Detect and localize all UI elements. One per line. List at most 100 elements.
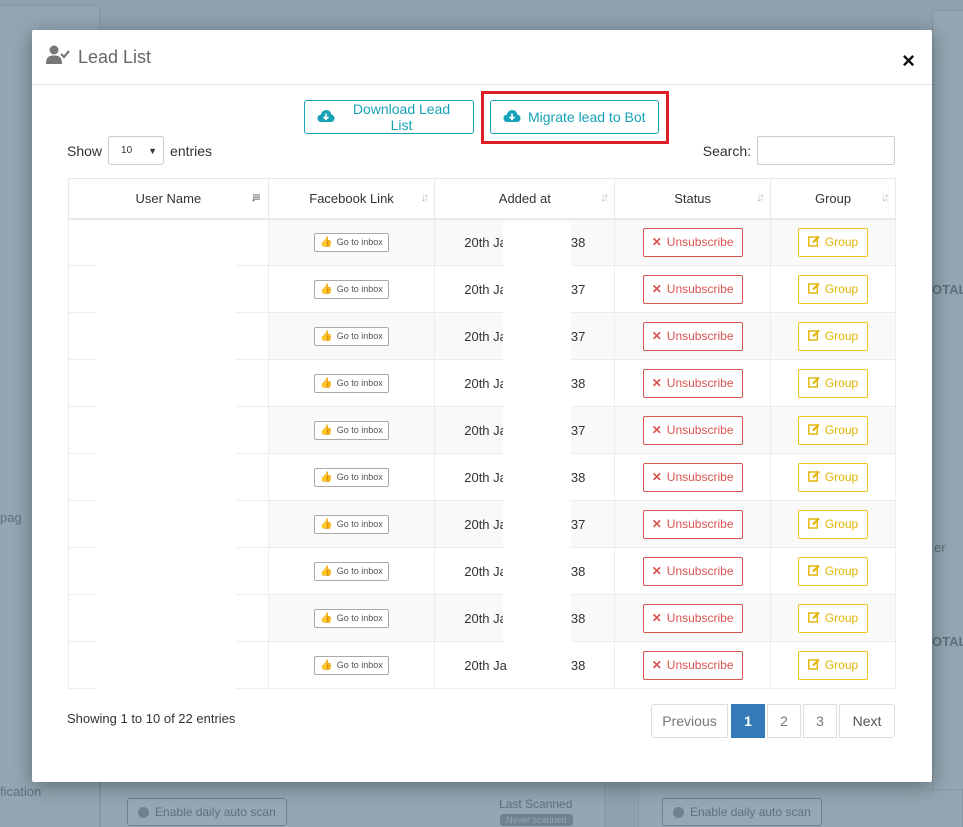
thumbs-up-icon: 👍 <box>320 565 333 577</box>
status-cell: ✕ Unsubscribe <box>614 218 772 266</box>
thumbs-up-icon: 👍 <box>320 283 333 295</box>
facebook-link-cell: 👍 Go to inbox <box>267 359 436 407</box>
thumbs-up-icon: 👍 <box>320 236 333 248</box>
bg-text-left-2: fication <box>0 784 42 799</box>
go-to-inbox-button[interactable]: 👍 Go to inbox <box>314 326 389 346</box>
added-at-suffix: 37 <box>570 516 586 532</box>
go-to-inbox-button[interactable]: 👍 Go to inbox <box>314 561 389 581</box>
group-button[interactable]: Group <box>797 509 869 539</box>
bg-text-left-1: pag <box>0 510 22 525</box>
group-button[interactable]: Group <box>797 368 869 398</box>
search-input[interactable] <box>757 136 895 165</box>
added-at-cell: 20th Ja 38 <box>434 641 616 689</box>
page-button-1[interactable]: 1 <box>731 704 765 738</box>
column-header-user-name[interactable]: User Name ↓≡ <box>68 178 269 220</box>
go-to-inbox-button[interactable]: 👍 Go to inbox <box>314 608 389 628</box>
lead-list-modal: Lead List × Download Lead List Migrate l… <box>32 30 932 782</box>
modal-header: Lead List × <box>32 30 932 85</box>
status-cell: ✕ Unsubscribe <box>614 594 772 642</box>
column-header-group[interactable]: Group ↓↑ <box>770 178 896 220</box>
column-header-status[interactable]: Status ↓↑ <box>614 178 772 220</box>
go-to-inbox-button[interactable]: 👍 Go to inbox <box>314 373 389 393</box>
unsubscribe-button[interactable]: ✕ Unsubscribe <box>642 509 743 539</box>
redacted-names-block <box>96 222 236 692</box>
close-icon: ✕ <box>651 470 662 484</box>
group-button[interactable]: Group <box>797 415 869 445</box>
column-header-added-at[interactable]: Added at ↓↑ <box>434 178 616 220</box>
unsubscribe-label: Unsubscribe <box>666 376 734 390</box>
go-to-inbox-button[interactable]: 👍 Go to inbox <box>314 420 389 440</box>
close-icon: ✕ <box>651 235 662 250</box>
page-button-3[interactable]: 3 <box>803 704 837 738</box>
go-to-inbox-button[interactable]: 👍 Go to inbox <box>314 655 389 675</box>
go-to-inbox-button[interactable]: 👍 Go to inbox <box>314 467 389 487</box>
unsubscribe-button[interactable]: ✕ Unsubscribe <box>642 368 743 398</box>
search-control: Search: <box>703 136 895 165</box>
group-button[interactable]: Group <box>797 650 869 680</box>
unsubscribe-label: Unsubscribe <box>666 470 734 484</box>
added-at-suffix: 38 <box>570 610 586 626</box>
group-button[interactable]: Group <box>797 603 869 633</box>
group-label: Group <box>824 564 859 578</box>
added-at-prefix: 20th Ja <box>464 422 507 438</box>
column-header-facebook-link[interactable]: Facebook Link ↓↑ <box>267 178 436 220</box>
facebook-link-cell: 👍 Go to inbox <box>267 453 436 501</box>
group-cell: Group <box>770 312 896 360</box>
unsubscribe-button[interactable]: ✕ Unsubscribe <box>642 274 743 304</box>
added-at-suffix: 37 <box>570 328 586 344</box>
group-button[interactable]: Group <box>797 462 869 492</box>
thumbs-up-icon: 👍 <box>320 424 333 436</box>
page-button-2[interactable]: 2 <box>767 704 801 738</box>
bg-auto-scan-button-right: Enable daily auto scan <box>662 798 822 826</box>
group-label: Group <box>824 517 859 531</box>
status-cell: ✕ Unsubscribe <box>614 312 772 360</box>
facebook-link-cell: 👍 Go to inbox <box>267 594 436 642</box>
edit-icon <box>807 611 820 626</box>
page-size-select[interactable]: 10 ▼ <box>108 136 165 165</box>
next-page-button[interactable]: Next <box>839 704 895 738</box>
unsubscribe-button[interactable]: ✕ Unsubscribe <box>642 227 743 257</box>
header-label: Added at <box>498 190 551 206</box>
group-label: Group <box>824 470 859 484</box>
go-to-inbox-label: Go to inbox <box>336 519 383 529</box>
facebook-link-cell: 👍 Go to inbox <box>267 547 436 595</box>
pagination: Previous 1 2 3 Next <box>651 704 895 738</box>
group-cell: Group <box>770 406 896 454</box>
thumbs-up-icon: 👍 <box>320 471 333 483</box>
previous-page-button[interactable]: Previous <box>651 704 728 738</box>
unsubscribe-button[interactable]: ✕ Unsubscribe <box>642 321 743 351</box>
unsubscribe-button[interactable]: ✕ Unsubscribe <box>642 415 743 445</box>
close-button[interactable]: × <box>902 50 915 72</box>
header-label: User Name <box>135 190 202 206</box>
sort-icon: ↓↑ <box>756 190 765 204</box>
close-icon: ✕ <box>651 658 662 672</box>
go-to-inbox-button[interactable]: 👍 Go to inbox <box>314 514 389 534</box>
edit-icon <box>807 423 820 438</box>
cloud-download-icon <box>317 109 335 126</box>
go-to-inbox-label: Go to inbox <box>336 331 383 341</box>
go-to-inbox-label: Go to inbox <box>336 613 383 623</box>
status-cell: ✕ Unsubscribe <box>614 406 772 454</box>
download-lead-list-button[interactable]: Download Lead List <box>304 100 474 134</box>
unsubscribe-button[interactable]: ✕ Unsubscribe <box>642 462 743 492</box>
added-at-suffix: 38 <box>570 234 586 250</box>
added-at-prefix: 20th Ja <box>464 516 507 532</box>
group-button[interactable]: Group <box>797 274 869 304</box>
go-to-inbox-button[interactable]: 👍 Go to inbox <box>314 279 389 299</box>
group-button[interactable]: Group <box>797 556 869 586</box>
thumbs-up-icon: 👍 <box>320 518 333 530</box>
group-button[interactable]: Group <box>797 321 869 351</box>
group-label: Group <box>824 329 859 343</box>
unsubscribe-button[interactable]: ✕ Unsubscribe <box>642 556 743 586</box>
unsubscribe-button[interactable]: ✕ Unsubscribe <box>642 603 743 633</box>
unsubscribe-button[interactable]: ✕ Unsubscribe <box>642 650 743 680</box>
go-to-inbox-button[interactable]: 👍 Go to inbox <box>314 232 389 252</box>
group-button[interactable]: Group <box>797 227 869 257</box>
edit-icon <box>807 564 820 579</box>
close-icon: ✕ <box>651 611 662 625</box>
added-at-prefix: 20th Ja <box>464 657 507 673</box>
edit-icon <box>807 329 820 344</box>
close-icon: ✕ <box>651 282 662 296</box>
table-header-row: User Name ↓≡ Facebook Link ↓↑ Added at ↓… <box>68 178 896 220</box>
thumbs-up-icon: 👍 <box>320 612 333 624</box>
